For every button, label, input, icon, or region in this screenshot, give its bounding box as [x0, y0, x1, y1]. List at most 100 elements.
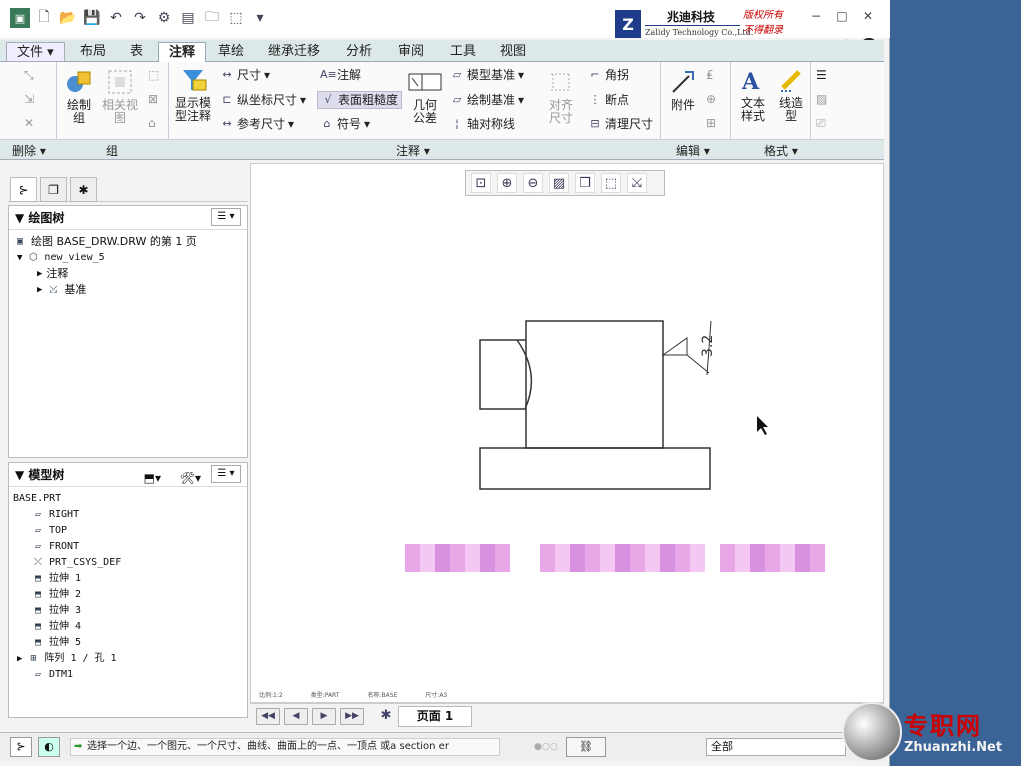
drawing-arc[interactable]: [516, 339, 533, 410]
model-tools-icon[interactable]: 🛠▾: [180, 466, 201, 490]
model-tree-item[interactable]: ⬒ 拉伸 3: [13, 603, 247, 619]
zoom-out-icon[interactable]: ⊖: [523, 173, 543, 193]
new-icon[interactable]: 🗋: [34, 8, 54, 28]
annotation-display-icon[interactable]: ⬚: [601, 173, 621, 193]
tab-file[interactable]: 文件 ▾: [6, 42, 65, 62]
delete-icon-1[interactable]: ⤡: [24, 68, 34, 82]
tree-item-view[interactable]: ▼ ⬡ new_view_5: [13, 250, 247, 266]
tree-item-datums[interactable]: ▶ ⤩ 基准: [13, 282, 247, 298]
page-tab[interactable]: 页面 1: [398, 706, 472, 727]
model-display-icon[interactable]: ⬒▾: [144, 466, 161, 490]
tree-settings-icon[interactable]: ☰ ▾: [211, 208, 241, 226]
edit-tool-icon-2[interactable]: ⊕: [706, 92, 716, 106]
tree-item-view-expander[interactable]: ▼: [17, 250, 22, 266]
drawing-left-boss[interactable]: [479, 339, 526, 410]
tree-item-annotations[interactable]: ▶ 注释: [13, 266, 247, 282]
tab-table[interactable]: 表: [120, 42, 153, 62]
windows-icon[interactable]: ▤: [178, 8, 198, 28]
delete-icon-3[interactable]: ✕: [24, 116, 34, 130]
surface-finish-button[interactable]: √ 表面粗糙度: [317, 91, 403, 109]
undo-icon[interactable]: ↶: [106, 8, 126, 28]
drawing-base-outline[interactable]: [479, 447, 711, 490]
geometric-tolerance-button[interactable]: 几何 公差: [408, 68, 442, 125]
regenerate-icon[interactable]: ⚙: [154, 8, 174, 28]
format-tool-icon-2[interactable]: ▨: [816, 92, 827, 106]
model-datum-button[interactable]: ▱ 模型基准 ▾: [450, 68, 524, 82]
drawing-body-outline[interactable]: [525, 320, 664, 449]
reference-dimension-button[interactable]: ↔ 参考尺寸 ▾: [220, 117, 294, 131]
format-tool-icon-1[interactable]: ☰: [816, 68, 827, 82]
ordinate-dimension-button[interactable]: ⊏ 纵坐标尺寸 ▾: [220, 93, 306, 107]
dimension-button[interactable]: ↔ 尺寸 ▾: [220, 68, 270, 82]
tab-legacy-migration[interactable]: 继承迁移: [258, 42, 330, 62]
attach-button[interactable]: 附件: [666, 68, 700, 112]
favorites-tab-icon[interactable]: ✱: [70, 177, 97, 202]
browser-toggle-icon[interactable]: ◐: [38, 737, 60, 757]
group-tool-icon-3[interactable]: ⌂: [148, 116, 156, 130]
next-page-button[interactable]: ▶: [312, 708, 336, 725]
open-icon[interactable]: 📂: [58, 8, 78, 28]
selection-filter[interactable]: 全部: [706, 738, 846, 756]
symbol-button[interactable]: ⌂ 符号 ▾: [320, 117, 371, 131]
model-tree-settings-icon[interactable]: ☰ ▾: [211, 465, 241, 483]
new-page-icon[interactable]: ✱: [374, 708, 398, 725]
centerline-button[interactable]: ¦ 轴对称线: [450, 117, 515, 131]
model-tree-item[interactable]: ▱ FRONT: [13, 539, 247, 555]
refit-icon[interactable]: ⊡: [471, 173, 491, 193]
model-tree-item[interactable]: ⬒ 拉伸 2: [13, 587, 247, 603]
group-tool-icon-1[interactable]: ⬚: [148, 68, 159, 82]
model-tree-item[interactable]: ▱ TOP: [13, 523, 247, 539]
more-icon[interactable]: ▾: [250, 8, 270, 28]
draw-datum-button[interactable]: ▱ 绘制基准 ▾: [450, 93, 524, 107]
tab-layout[interactable]: 布局: [70, 42, 116, 62]
tab-tools[interactable]: 工具: [440, 42, 486, 62]
note-button[interactable]: A≡ 注解: [320, 68, 361, 82]
close-button[interactable]: ✕: [858, 9, 878, 23]
zoom-in-icon[interactable]: ⊕: [497, 173, 517, 193]
model-tree-item[interactable]: ▱ RIGHT: [13, 507, 247, 523]
prev-page-button[interactable]: ◀: [284, 708, 308, 725]
datum-display-icon[interactable]: ⤩: [627, 173, 647, 193]
edit-tool-icon-3[interactable]: ⊞: [706, 116, 716, 130]
group-edit[interactable]: 编辑 ▾: [676, 142, 710, 159]
model-tree-item[interactable]: ⬒ 拉伸 4: [13, 619, 247, 635]
model-tree-item[interactable]: ▱ DTM1: [13, 667, 247, 683]
app-icon[interactable]: ▣: [10, 8, 30, 28]
edit-tool-icon-1[interactable]: ₤: [706, 68, 714, 82]
last-page-button[interactable]: ▶▶: [340, 708, 364, 725]
first-page-button[interactable]: ◀◀: [256, 708, 280, 725]
tab-review[interactable]: 审阅: [388, 42, 434, 62]
related-view-button[interactable]: 相关视 图: [100, 68, 140, 125]
group-delete[interactable]: 删除 ▾: [12, 142, 46, 159]
drawing-canvas[interactable]: 3.2 比例:1:2 类型:PART 名称:BASE 尺寸:A3: [250, 163, 884, 703]
format-tool-icon-3[interactable]: ⎚: [816, 116, 826, 130]
tab-annotate[interactable]: 注释: [158, 42, 207, 62]
delete-icon-2[interactable]: ⇲: [24, 92, 34, 106]
text-style-button[interactable]: A 文本 样式: [736, 66, 770, 123]
model-tree-header[interactable]: ▼ 模型树 ⬒▾ 🛠▾ ☰ ▾: [9, 463, 247, 487]
tab-sketch[interactable]: 草绘: [208, 42, 254, 62]
tab-view[interactable]: 视图: [490, 42, 536, 62]
minimize-button[interactable]: −: [806, 9, 826, 23]
redo-icon[interactable]: ↷: [130, 8, 150, 28]
display-style-icon[interactable]: ❒: [575, 173, 595, 193]
model-tree-item[interactable]: ⤬ PRT_CSYS_DEF: [13, 555, 247, 571]
model-tree-item[interactable]: ⬒ 拉伸 1: [13, 571, 247, 587]
find-icon[interactable]: ⛓: [566, 737, 606, 757]
repaint-icon[interactable]: ▨: [549, 173, 569, 193]
layers-tab-icon[interactable]: ❐: [40, 177, 67, 202]
tree-item-sheet[interactable]: ▣ 绘图 BASE_DRW.DRW 的第 1 页: [13, 234, 247, 250]
folder-icon[interactable]: 🗀: [202, 8, 222, 28]
model-tree-tab-icon[interactable]: ⊱: [10, 177, 37, 202]
chamfer-button[interactable]: ⌐ 角拐: [588, 68, 629, 82]
line-style-button[interactable]: 线造 型: [774, 66, 808, 123]
model-tree-expander[interactable]: ▶: [17, 651, 22, 667]
select-icon[interactable]: ⬚: [226, 8, 246, 28]
draw-group-button[interactable]: 绘制 组: [60, 68, 98, 125]
save-icon[interactable]: 💾: [82, 8, 102, 28]
tab-analysis[interactable]: 分析: [336, 42, 382, 62]
align-dimension-button[interactable]: 对齐 尺寸: [544, 68, 578, 125]
group-annotate[interactable]: 注释 ▾: [396, 142, 430, 159]
maximize-button[interactable]: □: [832, 9, 852, 23]
tree-item-datums-expander[interactable]: ▶: [37, 282, 42, 298]
